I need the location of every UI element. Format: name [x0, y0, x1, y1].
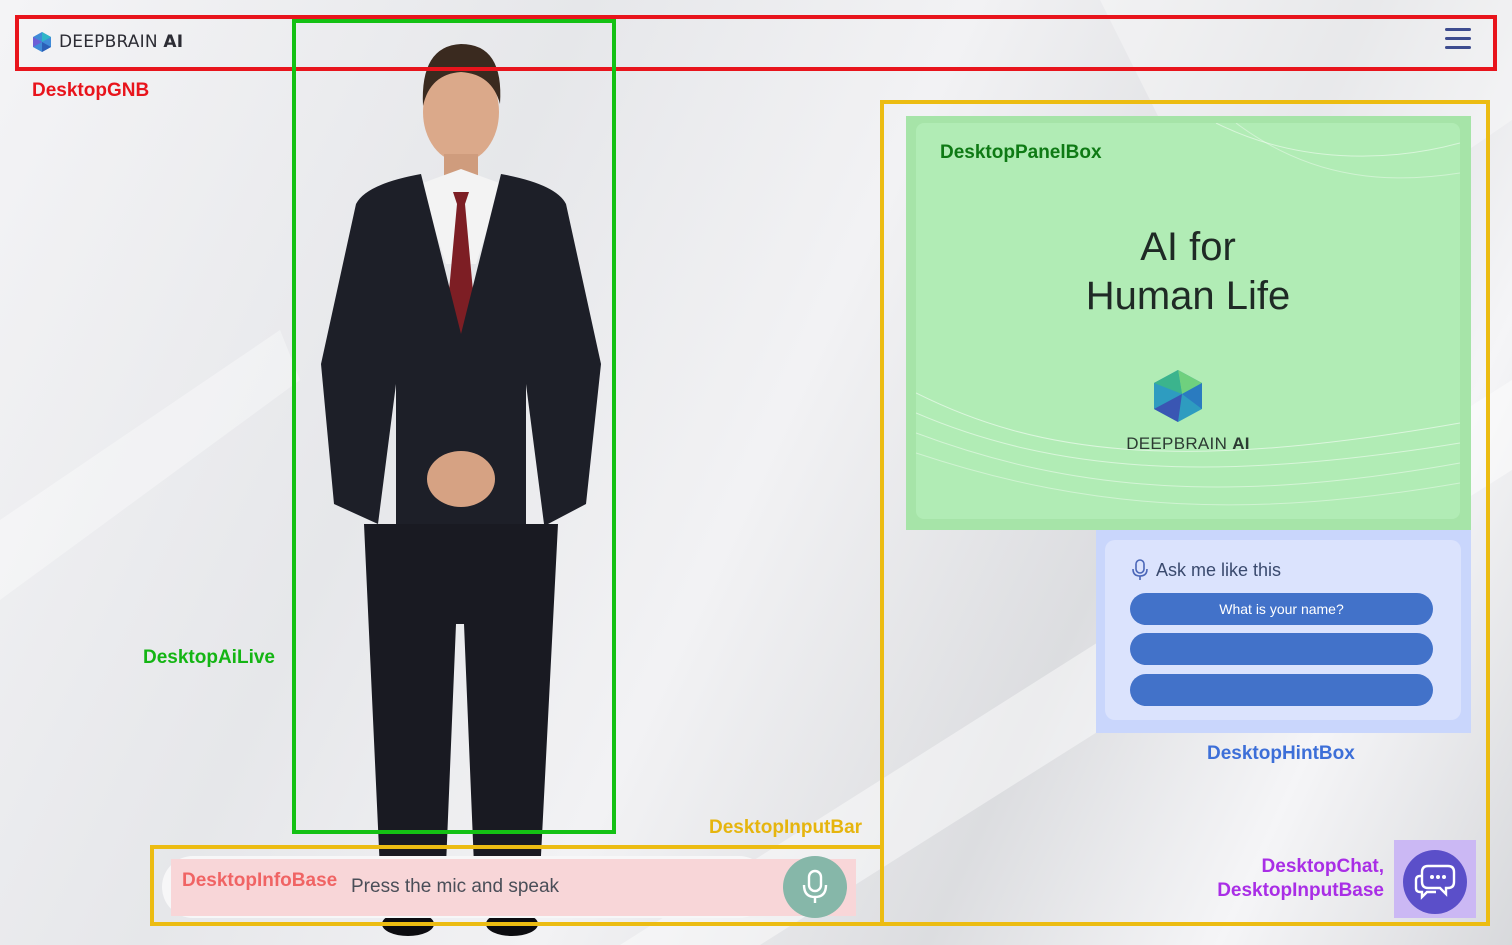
- deepbrain-logo-icon: [1154, 370, 1202, 422]
- hint-box-annotation-label: DesktopHintBox: [1207, 743, 1355, 764]
- hint-suggestion-2[interactable]: [1130, 633, 1433, 665]
- microphone-icon: [802, 869, 828, 903]
- global-nav-bar: DEEPBRAIN AI: [16, 16, 1496, 70]
- chat-button[interactable]: [1403, 850, 1467, 914]
- ai-live-annotation-label: DesktopAiLive: [143, 647, 275, 668]
- deepbrain-logo[interactable]: DEEPBRAIN AI: [32, 31, 183, 53]
- logo-text: DEEPBRAIN AI: [59, 32, 184, 52]
- input-bar-annotation-label: DesktopInputBar: [709, 817, 863, 838]
- microphone-icon: [1132, 559, 1148, 580]
- panel-card: AI for Human Life DEEPBRAIN AI: [916, 123, 1460, 519]
- panel-box-annotation-label: DesktopPanelBox: [940, 142, 1102, 163]
- ai-avatar-person: [321, 44, 601, 936]
- hint-title: Ask me like this: [1156, 559, 1282, 580]
- outline-joint: [880, 845, 888, 853]
- hint-card: Ask me like this What is your name?: [1105, 540, 1461, 720]
- panel-brand-text: DEEPBRAIN AI: [1126, 434, 1250, 453]
- hint-suggestion-1[interactable]: What is your name?: [1130, 593, 1433, 625]
- panel-box: AI for Human Life DEEPBRAIN AI: [906, 116, 1471, 530]
- hint-header: Ask me like this: [1132, 559, 1281, 581]
- microphone-button[interactable]: [783, 856, 847, 918]
- panel-wave-decoration: [916, 123, 1460, 506]
- gnb-annotation-label: DesktopGNB: [32, 80, 150, 101]
- hint-box: Ask me like this What is your name?: [1096, 530, 1471, 733]
- chat-annotation-label-line2: DesktopInputBase: [1217, 880, 1384, 901]
- info-text: Press the mic and speak: [351, 876, 560, 897]
- deepbrain-logo-icon: [33, 32, 51, 52]
- info-base-annotation-label: DesktopInfoBase: [182, 870, 338, 891]
- chat-bubbles-icon: [1414, 864, 1456, 900]
- hamburger-menu-icon[interactable]: [1445, 28, 1471, 52]
- panel-title: AI for Human Life: [1085, 225, 1291, 318]
- chat-annotation-label-line1: DesktopChat,: [1261, 856, 1384, 877]
- hint-suggestion-3[interactable]: [1130, 674, 1433, 706]
